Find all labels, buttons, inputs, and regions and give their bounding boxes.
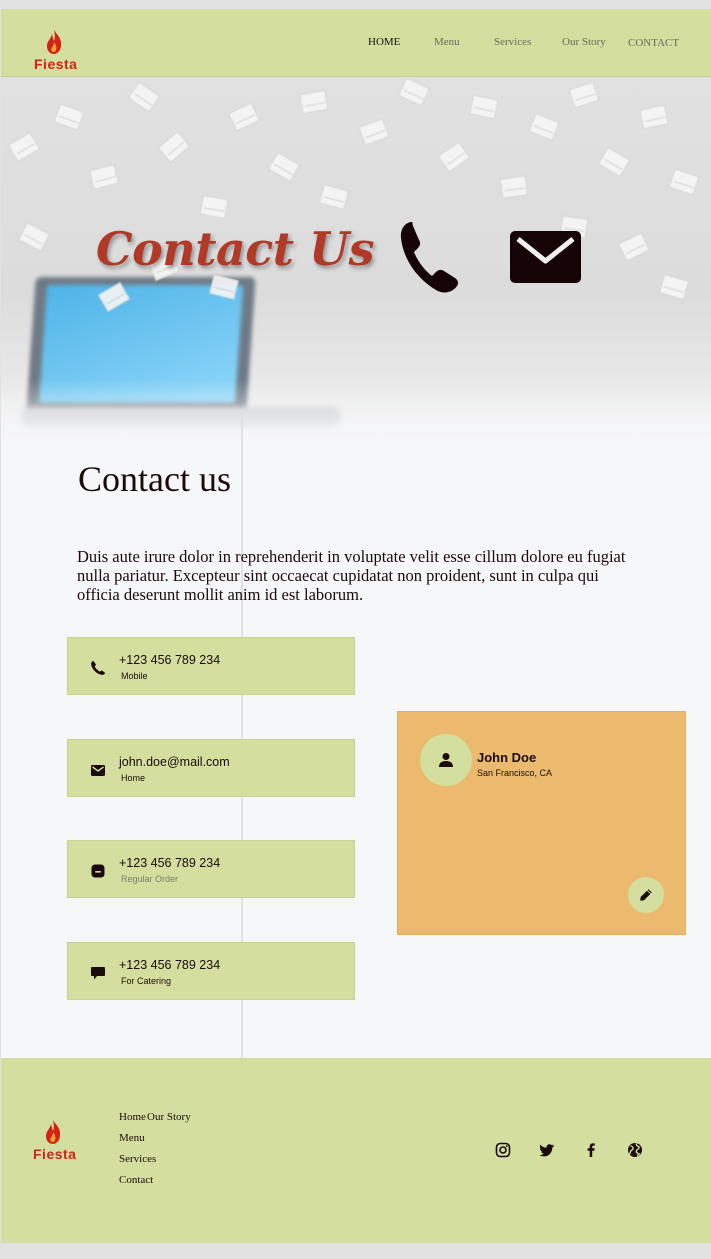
nav-menu[interactable]: Menu (434, 36, 460, 48)
chat-icon (91, 967, 105, 980)
footer-brand-logo[interactable]: Fiesta (33, 1119, 77, 1167)
phone-icon (91, 661, 105, 675)
contact-label: Home (121, 773, 146, 783)
globe-icon[interactable] (627, 1142, 643, 1158)
contact-value: +123 456 789 234 (119, 958, 221, 972)
footer-link-our-story[interactable]: Our Story (147, 1111, 191, 1123)
avatar (420, 734, 472, 786)
instagram-icon[interactable] (495, 1142, 511, 1158)
envelope-icon (510, 231, 581, 283)
footer: Fiesta Home Our Story Menu Services Cont… (1, 1058, 711, 1243)
hero-title: Contact Us (96, 222, 375, 276)
contact-label: Mobile (121, 671, 148, 681)
pencil-icon (640, 889, 652, 901)
profile-card: John Doe San Francisco, CA (397, 711, 686, 935)
contact-label: For Catering (121, 976, 172, 986)
page-title: Contact us (78, 459, 231, 499)
brand-name: Fiesta (34, 56, 78, 72)
flame-icon (47, 30, 62, 54)
footer-link-contact[interactable]: Contact (119, 1174, 153, 1186)
contact-card-email[interactable]: john.doe@mail.com Home (67, 739, 355, 797)
header: Fiesta HOME Menu Services Our Story CONT… (1, 9, 711, 77)
brand-name: Fiesta (33, 1146, 77, 1162)
contact-value: +123 456 789 234 (119, 653, 221, 667)
profile-location: San Francisco, CA (477, 768, 553, 778)
nav-home[interactable]: HOME (368, 36, 400, 48)
intro-text: Duis aute irure dolor in reprehenderit i… (77, 547, 626, 604)
nav-contact[interactable]: CONTACT (628, 37, 679, 49)
envelope-icon (91, 765, 105, 776)
footer-link-menu[interactable]: Menu (119, 1132, 145, 1144)
contact-label: Regular Order (121, 874, 179, 884)
contact-value: john.doe@mail.com (119, 755, 230, 769)
nav-our-story[interactable]: Our Story (562, 36, 606, 48)
phone-icon (400, 222, 459, 293)
contact-card-catering[interactable]: +123 456 789 234 For Catering (67, 942, 355, 1000)
contact-card-regular-order[interactable]: +123 456 789 234 Regular Order (67, 840, 355, 898)
contact-value: +123 456 789 234 (119, 856, 221, 870)
brand-logo[interactable]: Fiesta (34, 29, 78, 77)
edit-button[interactable] (628, 877, 664, 913)
footer-link-services[interactable]: Services (119, 1153, 156, 1165)
phone-square-icon (91, 864, 105, 878)
hero-banner: Contact Us (1, 77, 711, 439)
person-icon (439, 753, 453, 767)
flame-icon (46, 1120, 61, 1144)
footer-link-home[interactable]: Home (119, 1111, 146, 1123)
facebook-icon[interactable] (583, 1142, 599, 1158)
profile-name: John Doe (477, 750, 537, 765)
twitter-icon[interactable] (539, 1142, 555, 1158)
contact-card-mobile[interactable]: +123 456 789 234 Mobile (67, 637, 355, 695)
nav-services[interactable]: Services (494, 36, 531, 48)
page: Fiesta HOME Menu Services Our Story CONT… (1, 9, 711, 1243)
